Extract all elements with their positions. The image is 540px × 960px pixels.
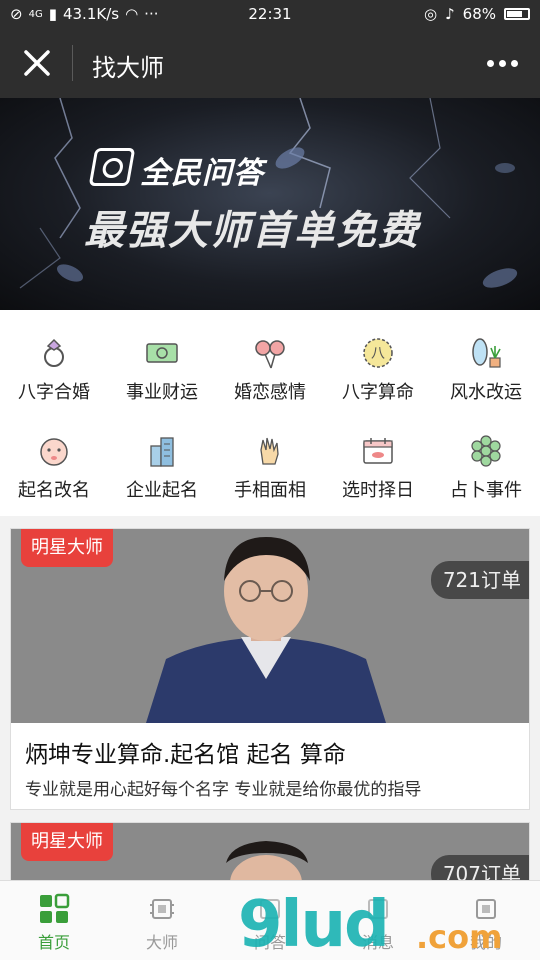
money-icon <box>146 343 178 363</box>
category-naming[interactable]: 起名改名 <box>0 408 108 501</box>
tab-masters[interactable]: 大师 <box>108 881 216 960</box>
tab-label: 大师 <box>145 933 178 952</box>
star-master-badge: 明星大师 <box>21 529 113 567</box>
tab-label: 首页 <box>37 933 70 952</box>
category-label: 事业财运 <box>126 382 198 403</box>
site-watermark: 9lud <box>238 888 390 960</box>
more-dot-icon <box>510 59 518 67</box>
status-right: ◎ ♪ 68% <box>424 5 530 23</box>
banner-headline: 最强大师首单免费 <box>84 208 420 254</box>
mirror-plant-icon <box>472 338 501 368</box>
mute-icon: ♪ <box>445 5 455 23</box>
order-count-badge: 721订单 <box>430 561 529 599</box>
page-title: 找大师 <box>92 54 164 82</box>
more-dot-icon <box>486 59 494 67</box>
more-dot-icon <box>498 59 506 67</box>
category-label: 起名改名 <box>18 480 90 501</box>
category-date-selection[interactable]: 选时择日 <box>324 408 432 501</box>
home-grid-icon <box>40 893 70 923</box>
category-palm-face[interactable]: 手相面相 <box>216 408 324 501</box>
category-company-naming[interactable]: 企业起名 <box>108 408 216 501</box>
chip-icon <box>150 899 174 919</box>
category-label: 风水改运 <box>450 382 522 403</box>
category-divination[interactable]: 占卜事件 <box>432 408 540 501</box>
bazi-icon: 八 <box>363 338 393 368</box>
master-card[interactable]: 明星大师 721订单 炳坤专业算命.起名馆 起名 算命 专业就是用心起好每个名字… <box>10 528 530 810</box>
master-photo: 明星大师 721订单 <box>11 529 529 723</box>
svg-text:八: 八 <box>371 346 385 362</box>
palm-icon <box>260 437 279 465</box>
category-label: 八字合婚 <box>18 382 90 403</box>
star-master-badge: 明星大师 <box>21 823 113 861</box>
baby-face-icon <box>40 438 68 466</box>
category-grid: 八字合婚 事业财运 婚恋感情 八 八字算命 风水改运 起名改名 企业起名 手相面… <box>0 310 540 516</box>
close-button[interactable] <box>18 44 56 82</box>
category-fengshui[interactable]: 风水改运 <box>432 310 540 403</box>
nav-divider <box>72 45 73 81</box>
category-bazi-marriage[interactable]: 八字合婚 <box>0 310 108 403</box>
hexagon-cluster-icon <box>471 435 501 467</box>
category-label: 八字算命 <box>342 382 414 403</box>
master-title: 炳坤专业算命.起名馆 起名 算命 <box>25 742 346 768</box>
close-icon <box>24 50 50 76</box>
status-bar: ⊘ 4G ▮ 43.1K/s ◠ ··· 22:31 ◎ ♪ 68% <box>0 0 540 28</box>
category-label: 企业起名 <box>126 480 198 501</box>
banner-brand: 全民问答 <box>140 156 264 191</box>
more-options-button[interactable] <box>482 53 522 73</box>
calendar-icon <box>363 438 393 464</box>
site-watermark-suffix: .com <box>416 918 503 956</box>
category-label: 手相面相 <box>234 480 306 501</box>
building-icon <box>150 437 174 467</box>
master-description: 专业就是用心起好每个名字 专业就是给你最优的指导 <box>25 780 422 800</box>
category-label: 占卜事件 <box>450 480 522 501</box>
navbar: 找大师 <box>0 28 540 98</box>
tab-home[interactable]: 首页 <box>0 881 108 960</box>
category-bazi-fortune[interactable]: 八 八字算命 <box>324 310 432 403</box>
qa-logo-icon <box>88 148 136 186</box>
headset-icon: ◎ <box>423 5 438 23</box>
battery-percent: 68% <box>462 5 496 23</box>
ring-icon <box>44 338 64 367</box>
battery-icon <box>504 8 530 20</box>
category-label: 婚恋感情 <box>234 382 306 403</box>
category-love[interactable]: 婚恋感情 <box>216 310 324 403</box>
lollipop-icon <box>255 340 285 369</box>
category-label: 选时择日 <box>342 480 414 501</box>
promo-banner[interactable]: 全民问答 最强大师首单免费 <box>0 98 540 310</box>
master-portrait <box>146 537 386 723</box>
category-career-wealth[interactable]: 事业财运 <box>108 310 216 403</box>
